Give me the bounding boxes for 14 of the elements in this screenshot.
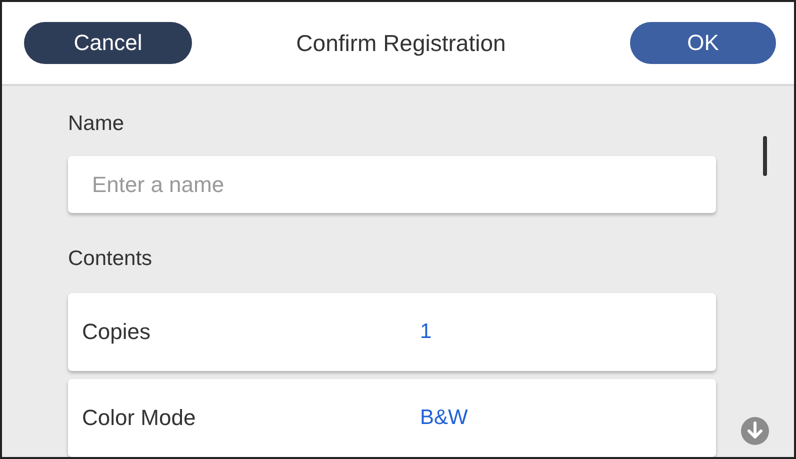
setting-label: Color Mode	[82, 405, 197, 431]
scroll-down-icon[interactable]	[740, 416, 770, 446]
setting-value: 1	[420, 320, 432, 344]
setting-row[interactable]: Copies 1	[68, 293, 716, 371]
screen-title: Confirm Registration	[296, 30, 506, 56]
name-input-field[interactable]: Enter a name	[68, 156, 716, 213]
section-label: Contents	[68, 247, 154, 271]
ok-button[interactable]: OK	[630, 22, 776, 64]
scrollbar-thumb[interactable]	[763, 136, 767, 176]
cancel-button[interactable]: Cancel	[24, 22, 192, 64]
setting-value: B&W	[420, 406, 468, 430]
section-label: Name	[68, 112, 126, 136]
setting-label: Copies	[82, 319, 152, 345]
setting-row[interactable]: Color Mode B&W	[68, 379, 716, 457]
